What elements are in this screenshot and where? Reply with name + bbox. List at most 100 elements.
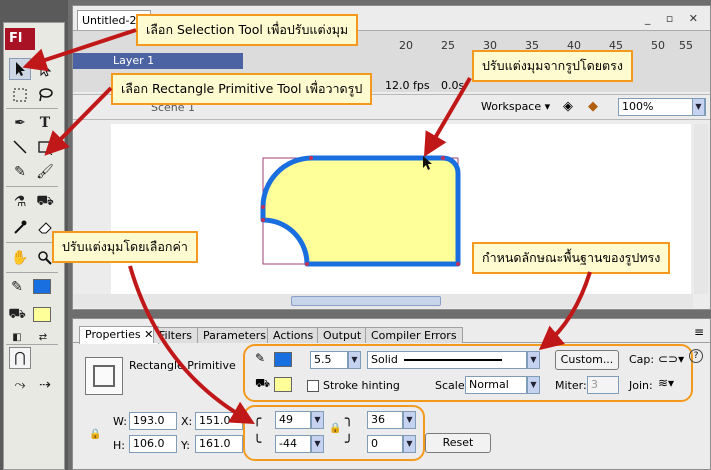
- tab-parameters[interactable]: Parameters: [197, 327, 272, 343]
- stroke-size-field[interactable]: 5.5: [310, 351, 348, 369]
- corner-bl-dropdown-icon[interactable]: ▼: [311, 435, 324, 453]
- layer-row[interactable]: Layer 1: [73, 53, 243, 69]
- frame-number: 20: [399, 39, 413, 52]
- fill-color-bucket-icon: ⛟: [8, 306, 26, 322]
- divider: [6, 272, 58, 273]
- stroke-hinting-label: Stroke hinting: [323, 379, 400, 392]
- selection-tool-icon[interactable]: [9, 58, 31, 80]
- frame-number: 50: [651, 39, 665, 52]
- corner-br-dropdown-icon[interactable]: ▼: [403, 435, 416, 453]
- callout-direct-corner: ปรับแต่งมุมจากรูปโดยตรง: [472, 50, 633, 82]
- custom-button[interactable]: Custom...: [555, 350, 619, 370]
- join-select-icon[interactable]: ≋▾: [658, 376, 674, 390]
- divider: [6, 108, 58, 109]
- paint-bucket-icon[interactable]: ⛟: [34, 191, 56, 213]
- corner-tl-dropdown-icon[interactable]: ▼: [311, 411, 324, 429]
- scale-dropdown-icon[interactable]: ▼: [527, 376, 540, 394]
- zoom-dropdown-icon[interactable]: ▼: [692, 98, 705, 116]
- corner-lock-icon[interactable]: 🔒: [329, 423, 341, 434]
- smooth-icon[interactable]: ⤳: [9, 374, 31, 396]
- brush-tool-icon[interactable]: 🖌: [34, 161, 56, 183]
- miter-label: Miter:: [555, 379, 587, 392]
- width-field[interactable]: 193.0: [129, 412, 177, 430]
- frame-number: 25: [441, 39, 455, 52]
- scroll-thumb[interactable]: [291, 296, 441, 306]
- height-field[interactable]: 106.0: [129, 435, 177, 453]
- x-field[interactable]: 151.0: [195, 412, 243, 430]
- subselection-tool-icon[interactable]: [34, 58, 56, 80]
- lasso-tool-icon[interactable]: [34, 84, 56, 106]
- y-label: Y:: [181, 439, 190, 452]
- divider: [6, 186, 58, 187]
- stroke-style-dropdown-icon[interactable]: ▼: [527, 351, 540, 369]
- y-field[interactable]: 161.0: [195, 435, 243, 453]
- corner-tl-icon: ╭: [253, 411, 262, 427]
- window-controls[interactable]: _ ▫ ✕: [645, 12, 704, 25]
- divider: [6, 242, 58, 243]
- tab-label: Properties: [85, 328, 141, 341]
- fill-bucket-icon: ⛟: [255, 376, 271, 390]
- join-label: Join:: [629, 379, 653, 392]
- tab-output[interactable]: Output: [317, 327, 368, 343]
- eyedropper-icon[interactable]: [9, 216, 31, 238]
- divider: [6, 344, 58, 345]
- shape-fill: [260, 155, 461, 267]
- rectangle-primitive-tool-icon[interactable]: [34, 136, 56, 158]
- callout-selection-tool: เลือก Selection Tool เพื่อปรับแต่งมุม: [136, 14, 359, 46]
- edit-symbols-icon[interactable]: ◈: [563, 99, 573, 114]
- ink-bottle-icon[interactable]: ⚗: [9, 191, 31, 213]
- straighten-icon[interactable]: ⇢: [34, 374, 56, 396]
- properties-panel: Properties ✕ Filters Parameters Actions …: [72, 318, 711, 470]
- height-label: H:: [113, 439, 125, 452]
- corner-br-field[interactable]: 0: [367, 435, 403, 453]
- pen-tool-icon[interactable]: ✒: [9, 112, 31, 134]
- stroke-style-select[interactable]: Solid: [367, 351, 527, 369]
- tab-compiler-errors[interactable]: Compiler Errors: [365, 327, 463, 343]
- corner-bl-field[interactable]: -44: [275, 435, 311, 453]
- free-transform-tool-icon[interactable]: [9, 84, 31, 106]
- fill-color-swatch[interactable]: [274, 377, 292, 392]
- rectangle-primitive-icon: [85, 357, 123, 395]
- pencil-tool-icon[interactable]: ✎: [9, 161, 31, 183]
- reset-button[interactable]: Reset: [425, 433, 491, 453]
- zoom-value: 100%: [622, 100, 654, 113]
- callout-rectangle-tool: เลือก Rectangle Primitive Tool เพื่อวาดร…: [111, 73, 373, 105]
- edit-scene-icon[interactable]: ◆: [588, 99, 598, 114]
- hand-tool-icon[interactable]: ✋: [9, 247, 31, 269]
- help-icon[interactable]: ?: [689, 349, 703, 363]
- stroke-color-swatch[interactable]: [33, 279, 51, 294]
- corner-br-icon: ╯: [345, 435, 354, 451]
- vertical-scrollbar[interactable]: [694, 124, 708, 294]
- fill-color-swatch[interactable]: [33, 307, 51, 322]
- stroke-color-swatch[interactable]: [274, 352, 292, 367]
- time-readout: 0.0s: [441, 79, 465, 92]
- corner-bl-icon: ╰: [253, 435, 262, 451]
- callout-basic-settings: กำหนดลักษณะพื้นฐานของรูปทรง: [472, 242, 671, 274]
- tab-filters[interactable]: Filters: [153, 327, 198, 343]
- x-label: X:: [181, 415, 193, 428]
- scale-select[interactable]: Normal: [465, 376, 527, 394]
- workspace-label: Workspace: [481, 100, 542, 113]
- corner-tr-field[interactable]: 36: [367, 411, 403, 429]
- fps-readout: 12.0 fps: [385, 79, 430, 92]
- tab-properties[interactable]: Properties ✕: [79, 326, 160, 344]
- stroke-size-dropdown-icon[interactable]: ▼: [348, 351, 361, 369]
- stroke-color-pencil-icon: ✎: [11, 279, 23, 295]
- panel-options-icon[interactable]: ≡: [694, 325, 704, 339]
- line-tool-icon[interactable]: [9, 136, 31, 158]
- flash-logo: Fl: [5, 28, 35, 50]
- stroke-hinting-checkbox[interactable]: [307, 380, 319, 392]
- snap-to-objects-icon[interactable]: ⋂: [9, 347, 31, 369]
- lock-icon[interactable]: 🔒: [89, 429, 101, 440]
- text-tool-icon[interactable]: T: [34, 112, 56, 134]
- cap-select-icon[interactable]: ⊂⊃▾: [658, 352, 684, 366]
- horizontal-scrollbar[interactable]: [73, 294, 693, 308]
- stroke-style-value: Solid: [371, 353, 398, 366]
- tab-actions[interactable]: Actions: [267, 327, 320, 343]
- corner-tr-dropdown-icon[interactable]: ▼: [403, 411, 416, 429]
- corner-tr-icon: ╮: [345, 411, 354, 427]
- corner-tl-field[interactable]: 49: [275, 411, 311, 429]
- workspace-button[interactable]: Workspace ▾: [481, 100, 550, 113]
- panel-tabs: Properties ✕ Filters Parameters Actions …: [73, 325, 710, 344]
- miter-field[interactable]: 3: [587, 376, 619, 394]
